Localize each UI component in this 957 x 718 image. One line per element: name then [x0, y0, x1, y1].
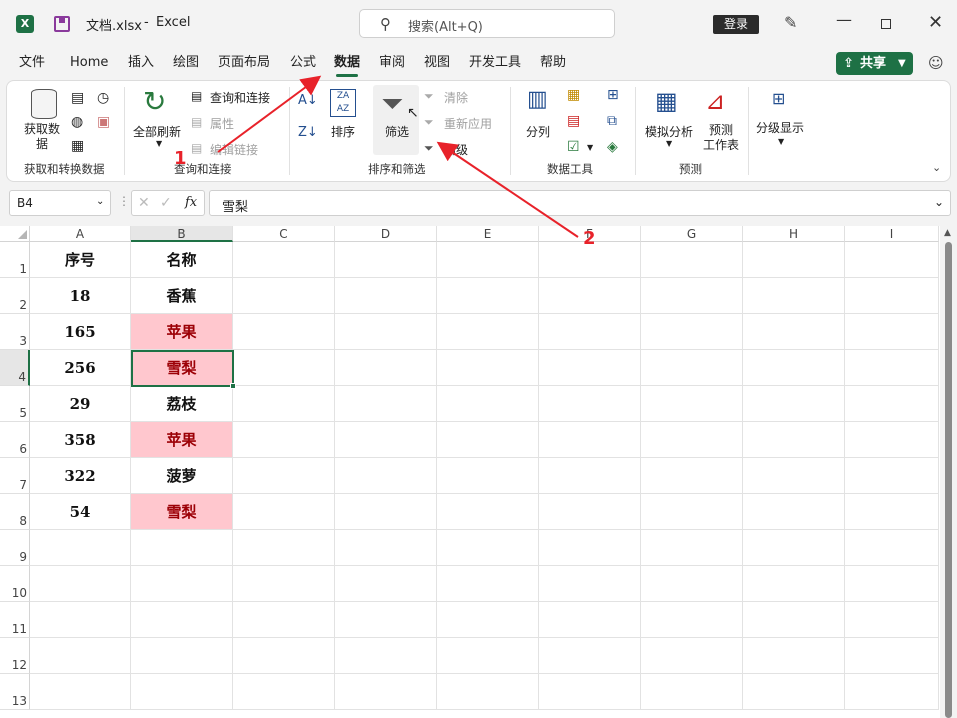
annotation-arrow-1 — [217, 75, 322, 153]
annotation-label-1: 1 — [174, 148, 187, 169]
annotation-label-2: 2 — [583, 228, 596, 249]
annotation-overlay — [217, 75, 579, 238]
annotation-arrow-2 — [436, 141, 579, 238]
